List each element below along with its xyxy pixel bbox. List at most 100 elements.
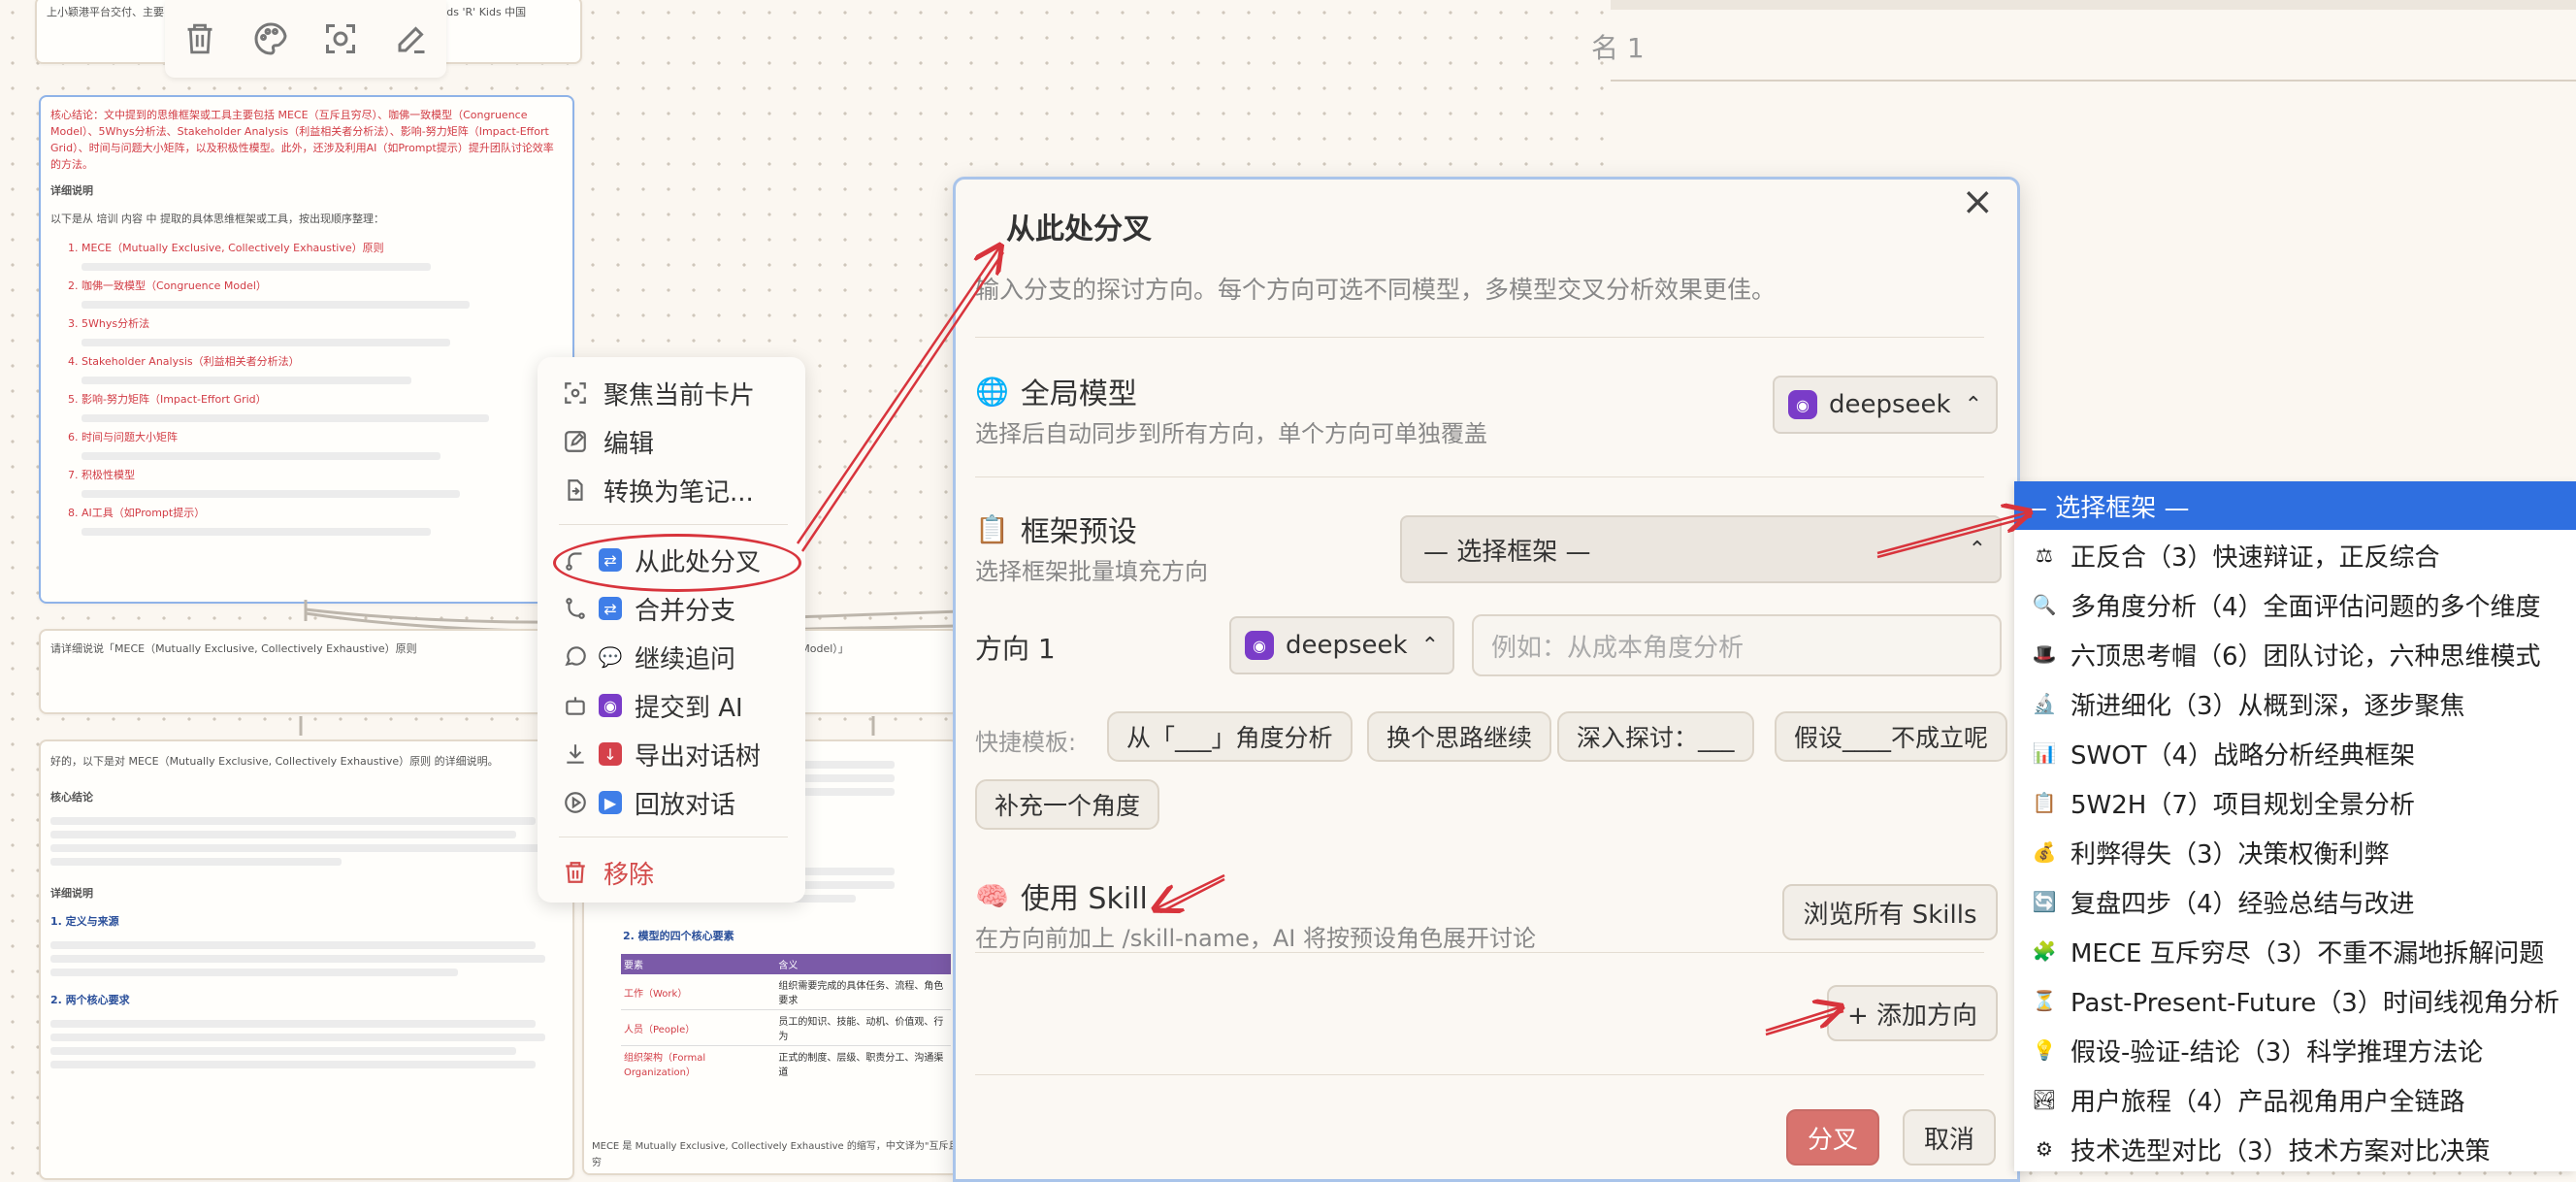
template-chip[interactable]: 补充一个角度: [975, 779, 1160, 830]
magnifier-icon: 🔍: [2032, 593, 2057, 616]
global-model-select[interactable]: ◉ deepseek ⌃: [1773, 376, 1998, 434]
answer-sub1: 1. 定义与来源: [50, 915, 119, 928]
template-chip[interactable]: 从「___」角度分析: [1107, 711, 1353, 762]
menu-merge-branch[interactable]: ⇄ 合并分支: [563, 588, 735, 629]
answer-core-title: 核心结论: [50, 791, 93, 804]
divider: [975, 476, 1984, 477]
branch-dialog: 从此处分叉 × 输入分支的探讨方向。每个方向可选不同模型，多模型交叉分析效果更佳…: [953, 177, 2020, 1182]
chat-bubble-icon: [563, 644, 596, 670]
bulb-icon: 💡: [2032, 1038, 2057, 1062]
menu-convert-note[interactable]: 转换为笔记...: [563, 470, 754, 510]
branch-confirm-button[interactable]: 分叉: [1786, 1109, 1879, 1166]
inbox-emoji-icon: ↓: [596, 740, 625, 768]
dropdown-option[interactable]: 🏞 用户旅程（4）产品视角用户全链路: [2014, 1075, 2576, 1124]
menu-label: 提交到 AI: [635, 693, 743, 723]
canvas-tab-fragment: 名 1: [1591, 32, 1645, 64]
menu-replay[interactable]: ▶ 回放对话: [563, 782, 735, 823]
menu-label: 回放对话: [635, 790, 736, 820]
dropdown-option[interactable]: 📊 SWOT（4）战略分析经典框架: [2014, 729, 2576, 777]
close-icon[interactable]: ×: [1961, 180, 1994, 224]
dropdown-option[interactable]: 🔍 多角度分析（4）全面评估问题的多个维度: [2014, 580, 2576, 629]
dropdown-option[interactable]: 📋 5W2H（7）项目规划全景分析: [2014, 778, 2576, 827]
add-direction-button[interactable]: + 添加方向: [1827, 985, 1998, 1041]
menu-focus-card[interactable]: 聚焦当前卡片: [563, 373, 755, 413]
direction-label: 方向 1: [975, 633, 1056, 665]
table-row: 人员（People） 员工的知识、技能、动机、价值观、行为: [621, 1009, 951, 1046]
answer-card[interactable]: 好的，以下是对 MECE（Mutually Exclusive, Collect…: [39, 739, 574, 1180]
answer-right-sub: 2. 模型的四个核心要素: [623, 930, 734, 942]
divider: [975, 952, 1984, 953]
speech-emoji-icon: 💬: [598, 645, 623, 669]
hourglass-icon: ⏳: [2032, 989, 2057, 1012]
elements-table: 要素 含义 工作（Work） 组织需要完成的具体任务、流程、角色要求 人员（Pe…: [621, 954, 951, 1081]
brain-icon: 🧠: [975, 879, 1009, 912]
templates-label: 快捷模板:: [975, 729, 1077, 756]
menu-edit[interactable]: 编辑: [563, 421, 654, 462]
global-model-subtitle: 选择后自动同步到所有方向，单个方向可单独覆盖: [975, 420, 1487, 447]
menu-label: 合并分支: [635, 596, 736, 626]
skill-title: 🧠 使用 Skill: [975, 879, 1148, 917]
dropdown-option[interactable]: 🔬 渐进细化（3）从概到深，逐步聚焦: [2014, 679, 2576, 728]
bot-icon: [563, 693, 596, 718]
highlight-ellipse: [553, 534, 801, 592]
dropdown-option[interactable]: 💡 假设-验证-结论（3）科学推理方法论: [2014, 1026, 2576, 1074]
dropdown-option[interactable]: 🔄 复盘四步（4）经验总结与改进: [2014, 877, 2576, 926]
globe-icon: 🌐: [975, 375, 1009, 408]
dropdown-option[interactable]: 🧩 MECE 互斥穷尽（3）不重不漏地拆解问题: [2014, 927, 2576, 975]
bar-chart-icon: 📊: [2032, 741, 2057, 765]
divider: [975, 337, 1984, 338]
gear-icon: ⚙: [2036, 1137, 2053, 1161]
direction-input[interactable]: 例如：从成本角度分析: [1472, 614, 2002, 676]
download-icon: [563, 741, 596, 767]
browse-skills-button[interactable]: 浏览所有 Skills: [1782, 884, 1998, 940]
dropdown-option[interactable]: 💰 利弊得失（3）决策权衡利弊: [2014, 828, 2576, 876]
menu-follow-up[interactable]: 💬 继续追问: [563, 637, 735, 677]
deepseek-avatar-icon: ◉: [1788, 390, 1817, 419]
question-card[interactable]: 请详细说说「MECE（Mutually Exclusive, Collectiv…: [39, 629, 574, 714]
menu-label: 聚焦当前卡片: [603, 380, 756, 410]
answer-sub2: 2. 两个核心要求: [50, 994, 130, 1006]
trash-icon: [563, 860, 596, 885]
chevron-updown-icon: ⌃: [1968, 537, 1986, 562]
top-hat-icon: 🎩: [2032, 642, 2057, 666]
menu-export-tree[interactable]: ↓ 导出对话树: [563, 734, 761, 774]
table-row: 工作（Work） 组织需要完成的具体任务、流程、角色要求: [621, 974, 951, 1010]
focus-icon: [563, 380, 596, 406]
menu-remove[interactable]: 移除: [563, 852, 654, 893]
template-chip[interactable]: 假设____不成立呢: [1775, 711, 2008, 762]
framework-dropdown: — 选择框架 — ⚖ 正反合（3）快速辩证，正反综合 🔍 多角度分析（4）全面评…: [2014, 481, 2576, 1171]
table-header: 要素: [624, 961, 643, 971]
template-chip[interactable]: 深入探讨：___: [1557, 711, 1754, 762]
dropdown-option[interactable]: 🎩 六顶思考帽（6）团队讨论，六种思维模式: [2014, 630, 2576, 678]
dialog-description: 输入分支的探讨方向。每个方向可选不同模型，多模型交叉分析效果更佳。: [975, 276, 1777, 304]
clipboard-icon: 📋: [975, 512, 1009, 545]
clipboard-icon: 📋: [2032, 791, 2057, 814]
edit-icon: [563, 429, 596, 454]
dropdown-option[interactable]: ⚖ 正反合（3）快速辩证，正反综合: [2014, 531, 2576, 579]
play-icon: [563, 790, 596, 815]
framework-select[interactable]: — 选择框架 — ⌃: [1400, 515, 2002, 583]
menu-submit-ai[interactable]: ◉ 提交到 AI: [563, 685, 743, 726]
answer-detail-title: 详细说明: [50, 887, 93, 900]
table-row: 组织架构（Formal Organization） 正式的制度、层级、职责分工、…: [624, 1053, 944, 1078]
dropdown-option[interactable]: ⏳ Past-Present-Future（3）时间线视角分析: [2014, 976, 2576, 1025]
global-model-title: 🌐 全局模型: [975, 375, 1137, 412]
cancel-button[interactable]: 取消: [1903, 1109, 1996, 1166]
menu-label: 导出对话树: [635, 741, 762, 772]
play-emoji-icon: ▶: [596, 789, 625, 816]
dropdown-option[interactable]: ⚙ 技术选型对比（3）技术方案对比决策: [2014, 1125, 2576, 1173]
direction-model-select[interactable]: ◉ deepseek ⌃: [1229, 616, 1454, 674]
menu-label: 转换为笔记...: [603, 477, 754, 508]
question-text: 请详细说说「MECE（Mutually Exclusive, Collectiv…: [50, 642, 417, 655]
canvas-top-strip: [1611, 0, 2576, 10]
dropdown-option-none[interactable]: — 选择框架 —: [2014, 481, 2576, 530]
template-chip[interactable]: 换个思路继续: [1367, 711, 1552, 762]
menu-label: 编辑: [603, 429, 655, 459]
merge-icon: [563, 596, 596, 621]
answer-right-footer: MECE 是 Mutually Exclusive, Collectively …: [584, 1136, 957, 1173]
canvas-divider: [1611, 80, 2576, 82]
chevron-updown-icon: ⌃: [1420, 633, 1439, 658]
landscape-icon: 🏞: [2032, 1088, 2057, 1111]
deepseek-avatar-icon: ◉: [1245, 631, 1274, 660]
answer-head: 好的，以下是对 MECE（Mutually Exclusive, Collect…: [50, 755, 499, 768]
